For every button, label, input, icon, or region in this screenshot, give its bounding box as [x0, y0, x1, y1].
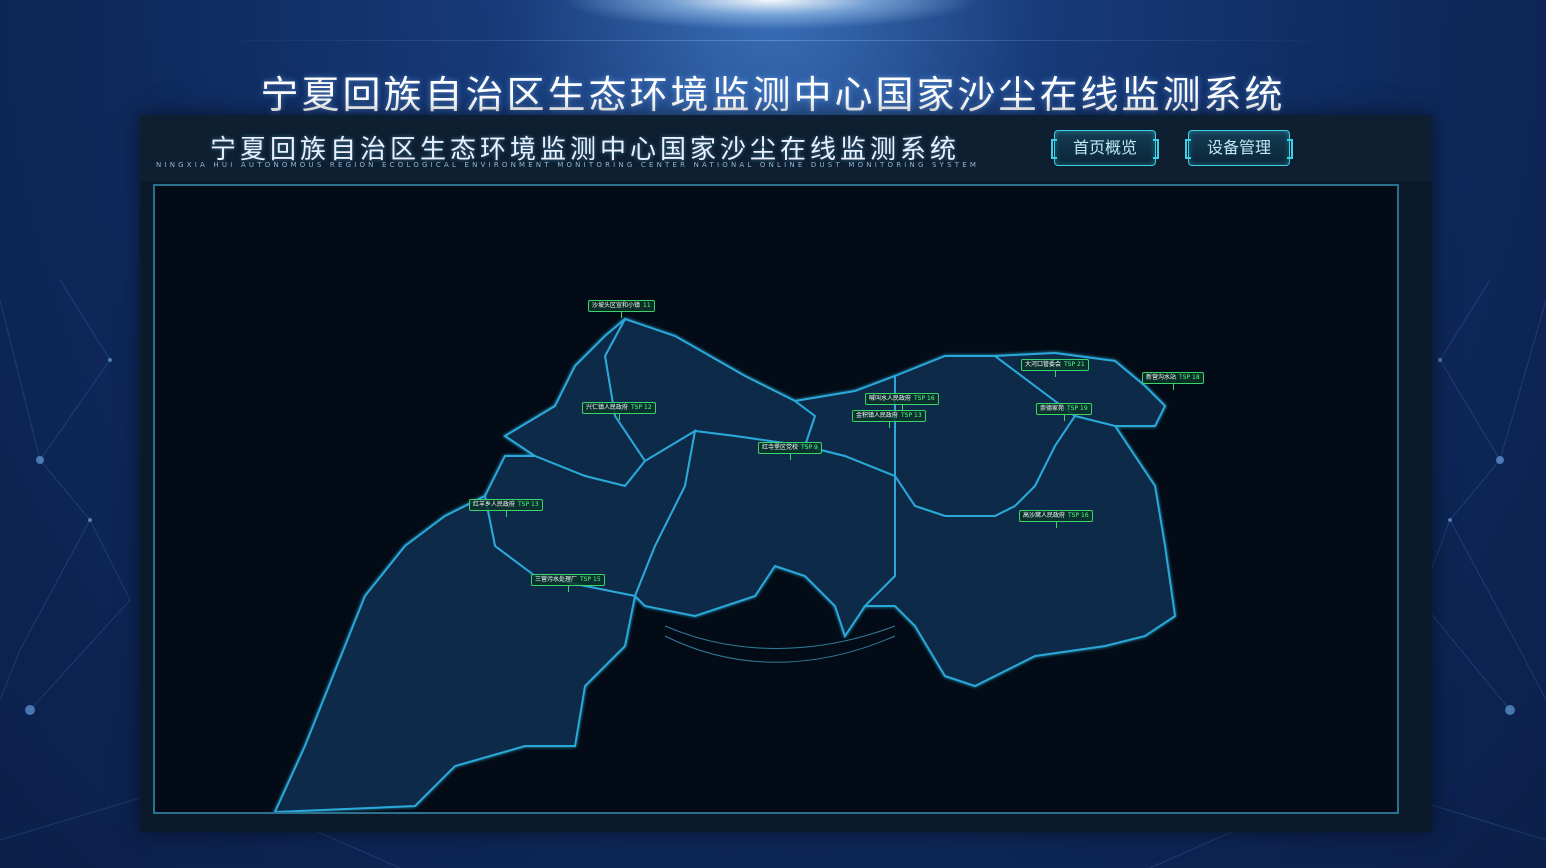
marker-jinji[interactable]: 金积镇人民政府 TSP 13 — [852, 410, 926, 428]
region-map[interactable] — [155, 186, 1397, 812]
device-management-button[interactable]: 设备管理 — [1185, 130, 1293, 166]
home-overview-button[interactable]: 首页概览 — [1051, 130, 1159, 166]
marker-chongde[interactable]: 崇德家苑 TSP 19 — [1036, 403, 1092, 421]
page-title: 宁夏回族自治区生态环境监测中心国家沙尘在线监测系统 — [260, 73, 1286, 117]
app-header: 宁夏回族自治区生态环境监测中心国家沙尘在线监测系统 NINGXIA HUI AU… — [140, 115, 1432, 181]
marker-sanying[interactable]: 三营污水处理厂 TSP 15 — [531, 574, 605, 592]
marker-xingren[interactable]: 兴仁镇人民政府 TSP 12 — [582, 402, 656, 420]
marker-hongyang[interactable]: 红羊乡人民政府 TSP 13 — [469, 499, 543, 517]
map-panel[interactable]: 沙坡头区宣和小镇 11 兴仁镇人民政府 TSP 12 红寺堡区党校 TSP 9 喊叫水… — [153, 184, 1399, 814]
marker-xinyinggou[interactable]: 新营沟水站 TSP 18 — [1142, 372, 1204, 390]
marker-hongsibu[interactable]: 红寺堡区党校 TSP 9 — [758, 442, 822, 460]
app-window: 宁夏回族自治区生态环境监测中心国家沙尘在线监测系统 NINGXIA HUI AU… — [140, 115, 1432, 832]
marker-hanjiaoshui[interactable]: 喊叫水人民政府 TSP 16 — [865, 393, 939, 411]
marker-shapotou[interactable]: 沙坡头区宣和小镇 11 — [588, 300, 655, 318]
marker-dahekou[interactable]: 大河口管委会 TSP 21 — [1021, 359, 1089, 377]
marker-gaoshawo[interactable]: 高沙窝人民政府 TSP 16 — [1019, 510, 1093, 528]
app-subtitle: NINGXIA HUI AUTONOMOUS REGION ECOLOGICAL… — [156, 161, 980, 169]
